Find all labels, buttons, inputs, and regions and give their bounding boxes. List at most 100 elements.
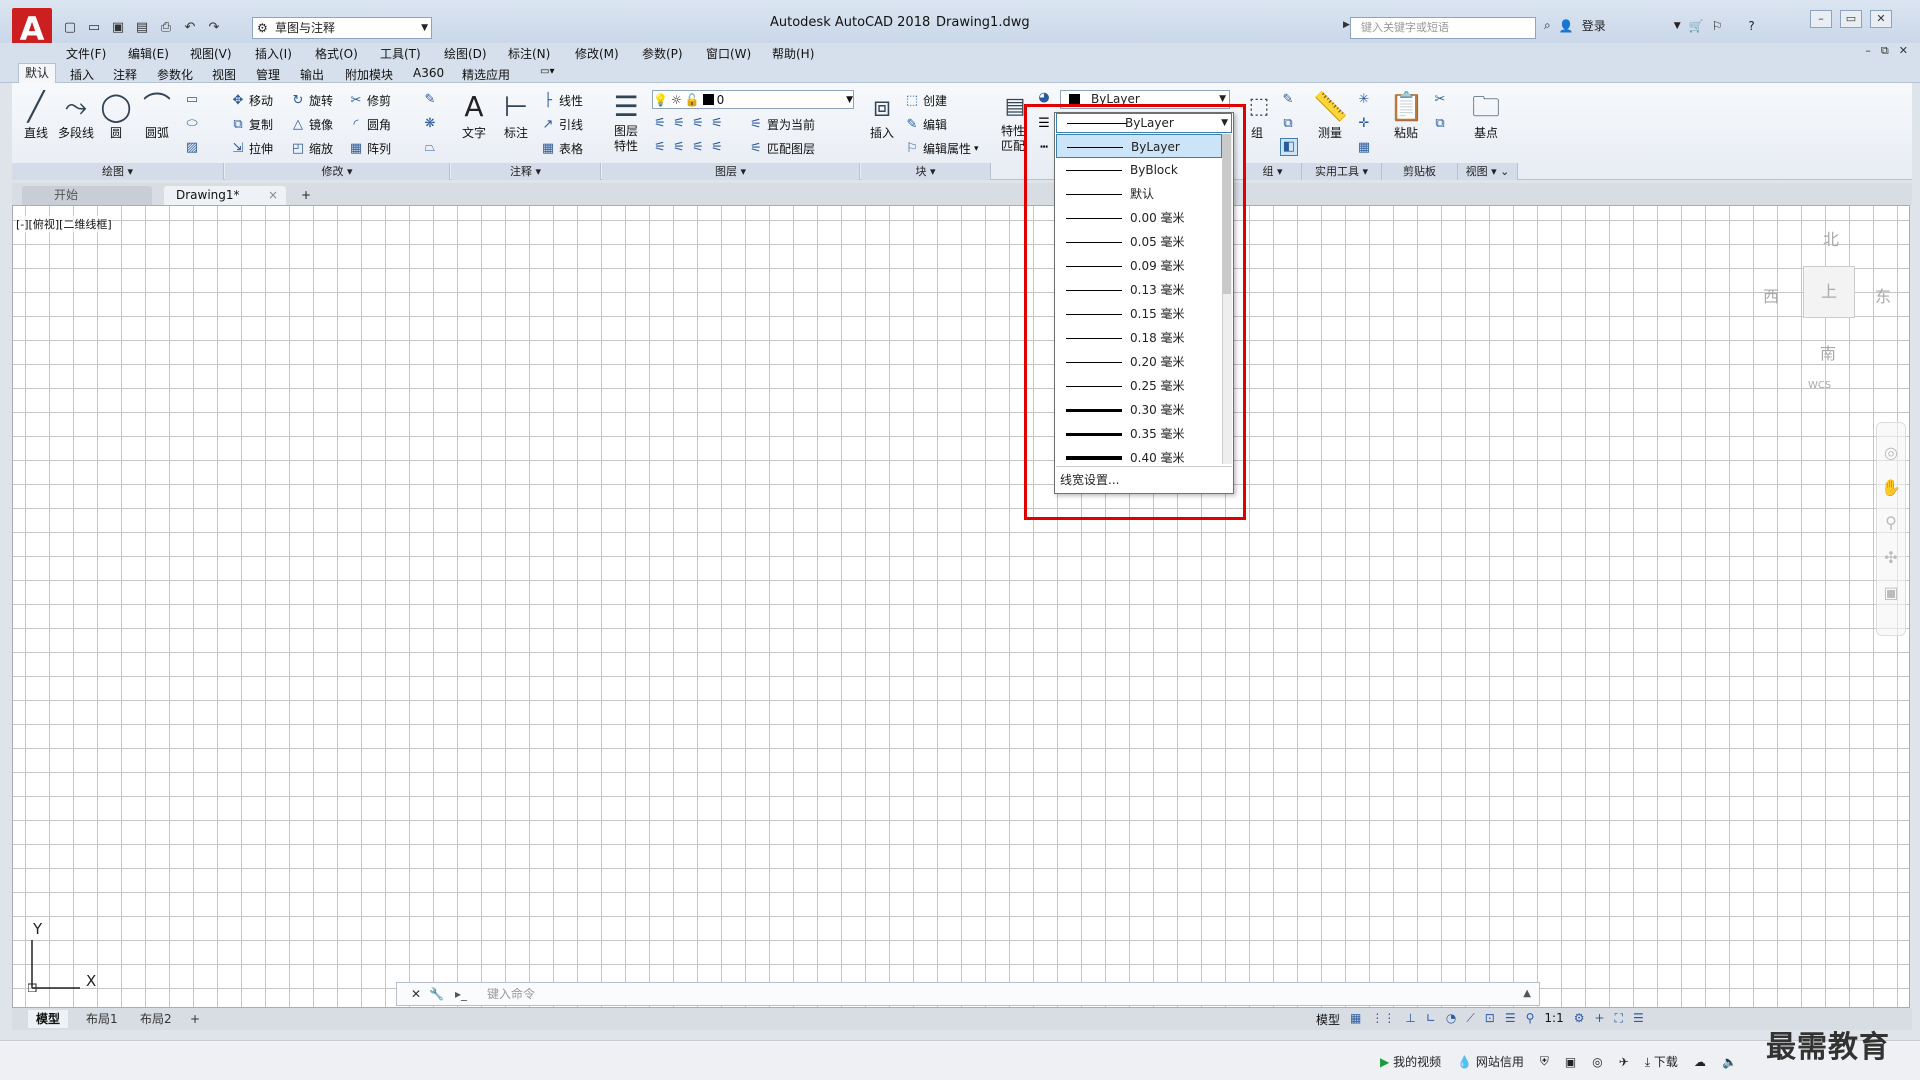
doc-restore-button[interactable]: ⧉ <box>1881 44 1889 58</box>
offset-tool[interactable]: ⏢ <box>422 140 438 156</box>
fillet-tool[interactable]: ◜ 圆角 <box>348 116 391 133</box>
site-credit-button[interactable]: 💧 网站信用 <box>1457 1053 1524 1070</box>
set-current-tool[interactable]: ⚟ 置为当前 <box>748 116 815 133</box>
text-tool[interactable]: A 文字 <box>456 90 492 141</box>
help-icon[interactable]: ? <box>1748 19 1754 33</box>
explode-tool[interactable]: ❋ <box>422 116 438 132</box>
drawing-canvas[interactable] <box>12 205 1910 1008</box>
new-tab-button[interactable]: + <box>294 186 318 205</box>
arc-tool[interactable]: ⌒ 圆弧 <box>138 90 176 141</box>
viewcube-south[interactable]: 南 <box>1820 340 1836 364</box>
polyline-tool[interactable]: ⤳ 多段线 <box>56 90 96 141</box>
minimize-button[interactable]: – <box>1810 10 1832 28</box>
menu-draw[interactable]: 绘图(D) <box>444 45 487 62</box>
plus-icon[interactable]: + <box>1594 1011 1604 1028</box>
ellipse-tool[interactable]: ⬭ <box>184 116 200 132</box>
tab-addins[interactable]: 附加模块 <box>345 66 393 83</box>
lineweight-status-icon[interactable]: ☰ <box>1505 1011 1516 1028</box>
ribbon-minimize-icon[interactable]: ▭▾ <box>540 66 554 77</box>
redo-icon[interactable]: ↷ <box>204 17 224 37</box>
array-tool[interactable]: ▦ 阵列 <box>348 140 391 157</box>
panel-title-annotation[interactable]: 注释 ▾ <box>451 163 601 180</box>
pan-icon[interactable]: ✋ <box>1877 478 1905 497</box>
orbit-icon[interactable]: ✣ <box>1877 548 1905 567</box>
panel-title-layers[interactable]: 图层 ▾ <box>602 163 860 180</box>
doc-minimize-button[interactable]: – <box>1865 44 1871 58</box>
scale-tool[interactable]: ◰ 缩放 <box>290 140 333 157</box>
base-point-tool[interactable]: 🗀 基点 <box>1466 90 1506 141</box>
tab-parametric[interactable]: 参数化 <box>157 66 193 83</box>
annotation-scale[interactable]: 1:1 <box>1544 1011 1563 1028</box>
open-icon[interactable]: ▭ <box>84 17 104 37</box>
binoculars-icon[interactable]: ⌕ <box>1544 18 1551 33</box>
leader-tool[interactable]: ↗ 引线 <box>540 116 583 133</box>
erase-tool[interactable]: ✎ <box>422 92 438 108</box>
steering-wheel-icon[interactable]: ◎ <box>1877 443 1905 462</box>
fullscreen-icon[interactable]: ⛶ <box>1615 1011 1623 1028</box>
viewcube-north[interactable]: 北 <box>1823 226 1839 250</box>
save-as-icon[interactable]: ▤ <box>132 17 152 37</box>
tab-insert[interactable]: 插入 <box>70 66 94 83</box>
dimension-tool[interactable]: ⊢ 标注 <box>498 90 534 141</box>
insert-block-tool[interactable]: ⧈ 插入 <box>864 90 900 141</box>
browser-icon[interactable]: ◎ <box>1592 1055 1602 1069</box>
layer-select[interactable]: 💡 ☼ 🔓 0 ▼ <box>652 90 854 109</box>
rotate-tool[interactable]: ↻ 旋转 <box>290 92 333 109</box>
undo-icon[interactable]: ↶ <box>180 17 200 37</box>
doc-close-button[interactable]: ✕ <box>1899 44 1908 58</box>
panel-title-utilities[interactable]: 实用工具 ▾ <box>1302 163 1382 180</box>
cloud-icon[interactable]: ☁ <box>1694 1055 1706 1069</box>
cart-icon[interactable]: 🛒 <box>1689 19 1704 33</box>
zoom-icon[interactable]: ⚲ <box>1877 513 1905 532</box>
tab-layout1[interactable]: 布局1 <box>78 1010 126 1028</box>
object-snap-icon[interactable]: ⊡ <box>1485 1011 1495 1028</box>
viewcube-east[interactable]: 东 <box>1875 283 1891 307</box>
command-prompt-icon[interactable]: ▸_ <box>455 983 467 1005</box>
model-space-button[interactable]: 模型 <box>1316 1011 1340 1028</box>
menu-file[interactable]: 文件(F) <box>66 45 106 62</box>
plot-icon[interactable]: ⎙ <box>156 17 176 37</box>
tab-annotate[interactable]: 注释 <box>113 66 137 83</box>
viewport-controls[interactable]: [-][俯视][二维线框] <box>16 216 112 232</box>
customize-icon[interactable]: ☰ <box>1633 1011 1644 1028</box>
hatch-tool[interactable]: ▨ <box>184 140 200 156</box>
menu-window[interactable]: 窗口(W) <box>706 45 751 62</box>
stretch-tool[interactable]: ⇲ 拉伸 <box>230 140 273 157</box>
quick-select-tool[interactable]: ✳ <box>1356 92 1372 108</box>
tab-featured-apps[interactable]: 精选应用 <box>462 66 510 83</box>
tab-default[interactable]: 默认 <box>18 63 56 83</box>
menu-parametric[interactable]: 参数(P) <box>642 45 683 62</box>
rectangle-tool[interactable]: ▭ <box>184 92 200 108</box>
wrench-icon[interactable]: 🔧 <box>429 983 444 1005</box>
panel-title-modify[interactable]: 修改 ▾ <box>225 163 450 180</box>
download-button[interactable]: ⤓ 下载 <box>1645 1053 1678 1070</box>
infer-icon[interactable]: ⊥ <box>1405 1011 1415 1028</box>
viewcube-top-face[interactable]: 上 <box>1803 266 1855 318</box>
command-input[interactable]: 键入命令 <box>487 983 535 1005</box>
menu-dimension[interactable]: 标注(N) <box>508 45 550 62</box>
line-tool[interactable]: ╱ 直线 <box>18 90 54 141</box>
annotation-icon[interactable]: ⚲ <box>1526 1011 1535 1028</box>
isodraft-icon[interactable]: ⟋ <box>1466 1011 1474 1028</box>
close-icon[interactable]: × <box>268 186 278 205</box>
layer-tools-row1[interactable]: ⚟ ⚟ ⚟ ⚟ <box>652 116 725 132</box>
tab-a360[interactable]: A360 <box>413 66 444 80</box>
save-icon[interactable]: ▣ <box>108 17 128 37</box>
tab-model[interactable]: 模型 <box>28 1010 69 1028</box>
match-layer-tool[interactable]: ⚟ 匹配图层 <box>748 140 815 157</box>
navigation-bar[interactable]: ◎ ✋ ⚲ ✣ ▣ <box>1876 422 1906 636</box>
tab-manage[interactable]: 管理 <box>256 66 280 83</box>
panel-title-block[interactable]: 块 ▾ <box>861 163 991 180</box>
speaker-icon[interactable]: 🔈 <box>1722 1055 1737 1069</box>
create-block-tool[interactable]: ⬚ 创建 <box>904 92 947 109</box>
network-icon[interactable]: ⚐ <box>1712 19 1723 33</box>
maximize-button[interactable]: ▭ <box>1840 10 1862 28</box>
edit-attribute-tool[interactable]: ⚐ 编辑属性 ▾ <box>904 140 978 157</box>
edit-block-tool[interactable]: ✎ 编辑 <box>904 116 947 133</box>
close-icon[interactable]: ✕ <box>411 983 421 1005</box>
point-tool[interactable]: ✛ <box>1356 116 1372 132</box>
table-tool[interactable]: ▦ 表格 <box>540 140 583 157</box>
layer-properties-tool[interactable]: ☰ 图层特性 <box>608 90 644 154</box>
menu-help[interactable]: 帮助(H) <box>772 45 814 62</box>
close-button[interactable]: ✕ <box>1870 10 1892 28</box>
